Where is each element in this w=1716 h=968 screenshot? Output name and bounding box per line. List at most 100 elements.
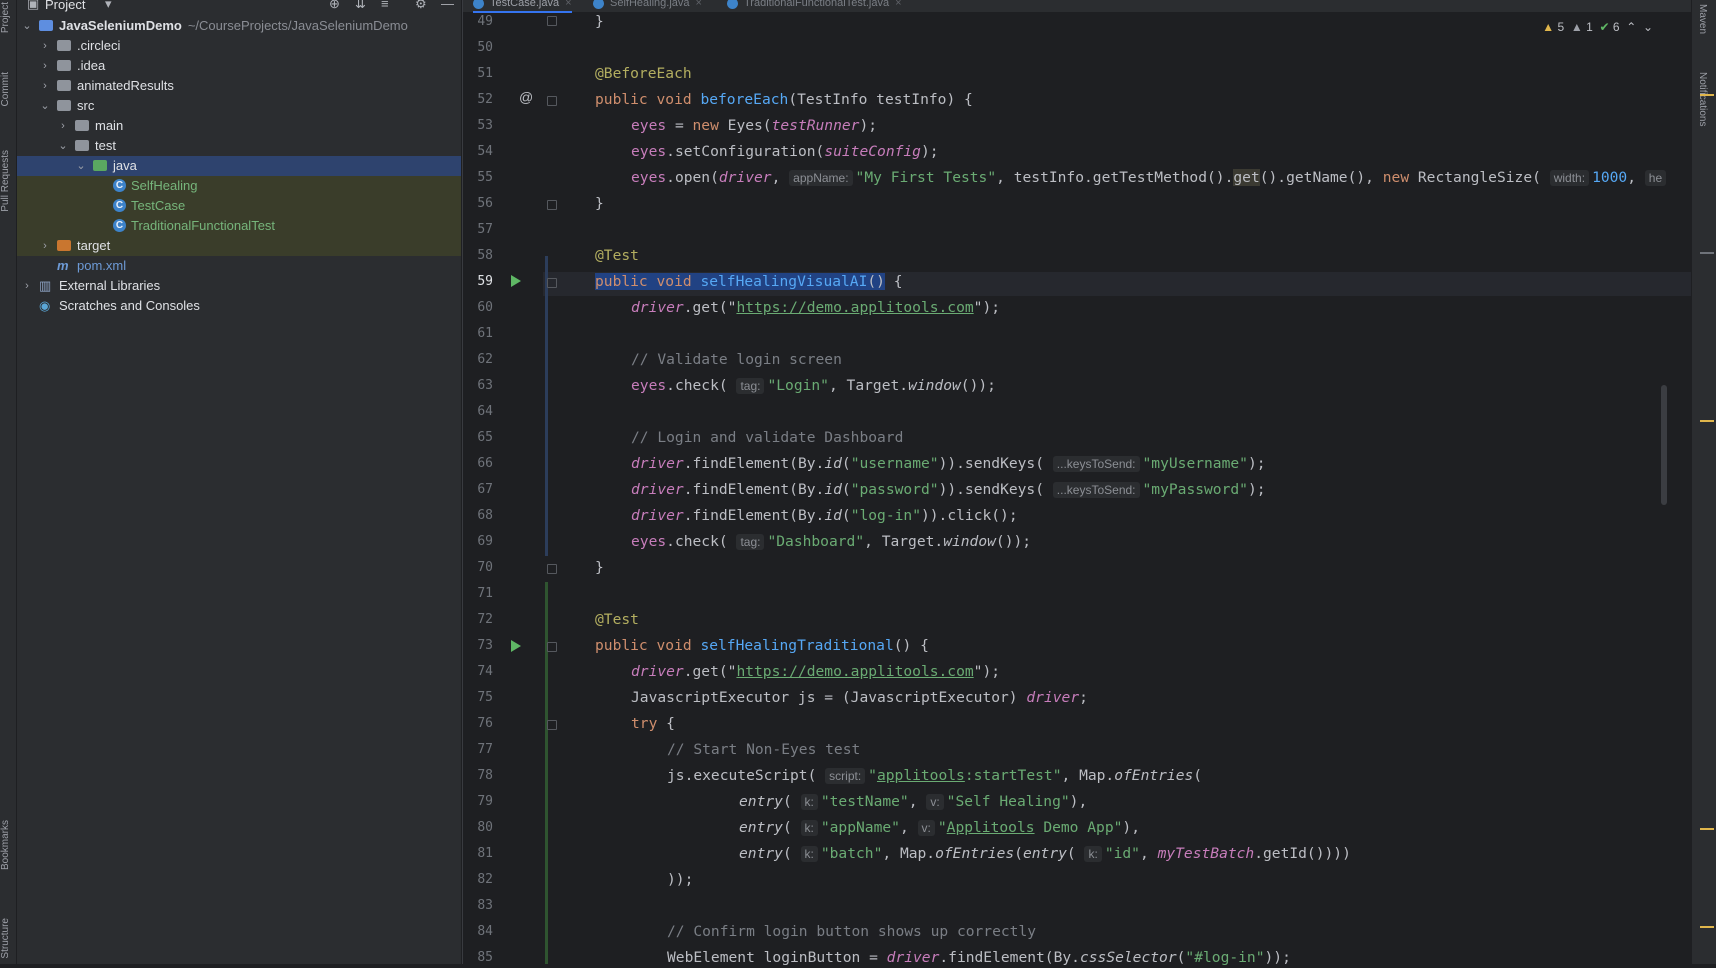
tree-item-traditionalfunctionaltest[interactable]: C TraditionalFunctionalTest xyxy=(17,216,461,236)
line-number: 69 xyxy=(477,534,493,549)
editor[interactable]: TestCase.java × SelfHealing.java × Traditi… xyxy=(462,0,1693,966)
tool-tab-notifications[interactable]: Notifications xyxy=(1692,72,1708,126)
maven-file-icon: m xyxy=(57,258,69,273)
param-hint: width: xyxy=(1549,170,1590,186)
chevron-down-icon[interactable]: ⌄ xyxy=(21,16,33,36)
tree-item-pom-xml[interactable]: m pom.xml xyxy=(17,256,461,276)
vcs-change-marker xyxy=(545,256,548,556)
tree-label: .idea xyxy=(77,58,106,73)
fold-icon[interactable] xyxy=(547,720,557,730)
tree-label: target xyxy=(77,238,111,253)
tree-item-main[interactable]: › main xyxy=(17,116,461,136)
tree-item-idea[interactable]: › .idea xyxy=(17,56,461,76)
chevron-down-icon[interactable]: ⌄ xyxy=(39,96,51,116)
chevron-right-icon[interactable]: › xyxy=(39,76,51,96)
chevron-right-icon[interactable]: › xyxy=(21,276,33,296)
line-number: 63 xyxy=(477,378,493,393)
line-number: 61 xyxy=(477,326,493,341)
chevron-down-icon[interactable]: ⌄ xyxy=(1643,20,1653,34)
fold-icon[interactable] xyxy=(547,278,557,288)
module-folder-icon xyxy=(39,20,53,31)
collapse-all-icon[interactable]: ≡ xyxy=(381,0,389,11)
chevron-right-icon[interactable]: › xyxy=(57,116,69,136)
line-number: 52 xyxy=(477,92,493,107)
tree-item-javaseleniumdemo[interactable]: ⌄ JavaSeleniumDemo ~/CourseProjects/JavaS… xyxy=(17,16,461,36)
code-line-79: entry( k: "testName", v: "Self Healing"), xyxy=(739,793,1088,810)
tree-item-selfhealing[interactable]: C SelfHealing xyxy=(17,176,461,196)
code-line-72: @Test xyxy=(595,611,639,628)
run-test-icon[interactable] xyxy=(511,275,521,287)
chevron-down-icon[interactable]: ⌄ xyxy=(75,156,87,176)
tool-tab-structure[interactable]: Structure xyxy=(0,918,16,959)
run-test-icon[interactable] xyxy=(511,640,521,652)
tree-item-src[interactable]: ⌄ src xyxy=(17,96,461,116)
tool-tab-bookmarks[interactable]: Bookmarks xyxy=(0,820,16,870)
code-line-78: js.executeScript( script: "applitools:sta… xyxy=(667,767,1203,784)
param-hint: script: xyxy=(825,768,866,784)
line-number: 67 xyxy=(477,482,493,497)
chevron-down-icon[interactable]: ⌄ xyxy=(57,136,69,156)
project-view-icon: ▣ xyxy=(27,0,40,11)
fold-icon[interactable] xyxy=(547,16,557,26)
code-line-54: eyes.setConfiguration(suiteConfig); xyxy=(631,143,939,160)
folder-icon xyxy=(57,40,71,51)
chevron-down-icon[interactable]: ▾ xyxy=(105,0,112,12)
inspection-widget[interactable]: ▲ 5 ▲ 1 ✔ 6 ⌃ ⌄ xyxy=(1542,20,1653,34)
tab-selfhealing[interactable]: SelfHealing.java × xyxy=(593,0,702,11)
tool-tab-project[interactable]: Project xyxy=(0,2,16,33)
code-line-70: } xyxy=(595,559,604,576)
left-tool-strip: Project Commit Pull Requests Bookmarks S… xyxy=(0,0,17,964)
check-icon: ✔ xyxy=(1599,20,1610,34)
info-stripe[interactable] xyxy=(1700,252,1714,254)
tool-tab-maven[interactable]: Maven xyxy=(1692,4,1708,34)
tool-tab-pull-requests[interactable]: Pull Requests xyxy=(0,150,16,212)
tree-item-circleci[interactable]: › .circleci xyxy=(17,36,461,56)
line-number: 71 xyxy=(477,586,493,601)
tree-item-animatedresults[interactable]: › animatedResults xyxy=(17,76,461,96)
tree-item-test[interactable]: ⌄ test xyxy=(17,136,461,156)
implementation-icon[interactable]: @ xyxy=(519,89,533,105)
close-icon[interactable]: × xyxy=(565,0,571,9)
url-link[interactable]: https://demo.applitools.com xyxy=(736,663,973,680)
line-number: 70 xyxy=(477,560,493,575)
locate-icon[interactable]: ⊕ xyxy=(329,0,340,12)
warning-stripe[interactable] xyxy=(1700,420,1714,422)
warning-stripe[interactable] xyxy=(1700,94,1714,96)
fold-icon[interactable] xyxy=(547,200,557,210)
tree-item-target[interactable]: › target xyxy=(17,236,461,256)
chevron-right-icon[interactable]: › xyxy=(39,236,51,256)
warning-stripe[interactable] xyxy=(1700,926,1714,928)
tree-item-testcase[interactable]: C TestCase xyxy=(17,196,461,216)
excluded-folder-icon xyxy=(57,240,71,251)
tree-item-external-libraries[interactable]: › ▥ External Libraries xyxy=(17,276,461,296)
fold-icon[interactable] xyxy=(547,96,557,106)
tool-tab-commit[interactable]: Commit xyxy=(0,72,16,106)
gear-icon[interactable]: ⚙ xyxy=(415,0,427,12)
line-number: 74 xyxy=(477,664,493,679)
chevron-right-icon[interactable]: › xyxy=(39,56,51,76)
warning-count: 5 xyxy=(1557,20,1565,34)
url-link[interactable]: https://demo.applitools.com xyxy=(736,299,973,316)
editor-scrollbar[interactable] xyxy=(1661,385,1667,505)
scratches-icon: ◉ xyxy=(39,298,51,313)
fold-icon[interactable] xyxy=(547,642,557,652)
tree-item-java[interactable]: ⌄ java xyxy=(17,156,461,176)
tree-label: Scratches and Consoles xyxy=(59,298,200,313)
fold-icon[interactable] xyxy=(547,564,557,574)
close-icon[interactable]: × xyxy=(895,0,901,9)
chevron-right-icon[interactable]: › xyxy=(39,36,51,56)
project-panel-title[interactable]: Project xyxy=(45,0,85,12)
tree-item-scratches[interactable]: ◉ Scratches and Consoles xyxy=(17,296,461,316)
tree-label: External Libraries xyxy=(59,278,161,293)
line-number: 81 xyxy=(477,846,493,861)
tab-traditionalfunctionaltest[interactable]: TraditionalFunctionalTest.java × xyxy=(727,0,902,11)
warning-stripe[interactable] xyxy=(1700,828,1714,830)
line-number: 65 xyxy=(477,430,493,445)
libraries-icon: ▥ xyxy=(39,278,52,293)
chevron-up-icon[interactable]: ⌃ xyxy=(1626,20,1636,34)
close-icon[interactable]: × xyxy=(696,0,702,9)
hide-panel-icon[interactable]: — xyxy=(441,0,454,11)
tab-label: SelfHealing.java xyxy=(610,0,690,9)
param-hint: k: xyxy=(800,846,818,862)
expand-all-icon[interactable]: ⇊ xyxy=(355,0,366,12)
